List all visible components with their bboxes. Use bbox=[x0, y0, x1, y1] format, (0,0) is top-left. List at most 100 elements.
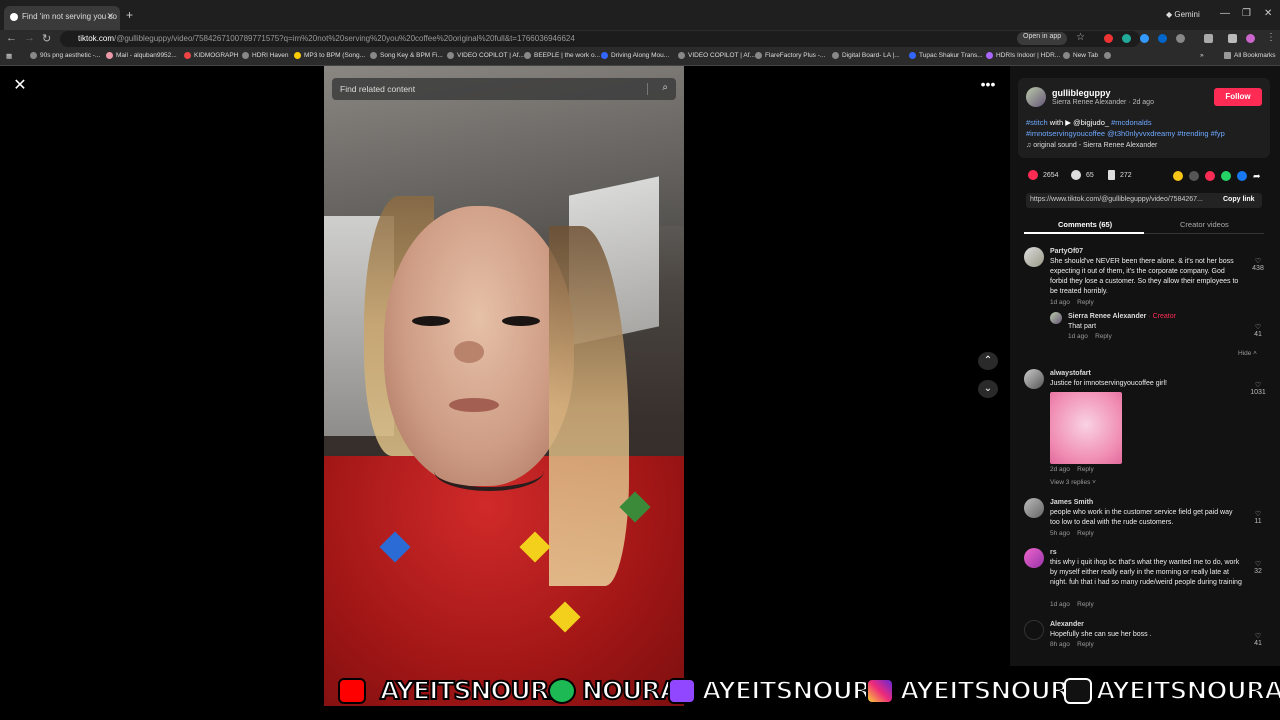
comment-like[interactable]: ♡ 438 bbox=[1248, 257, 1268, 272]
reply-link[interactable]: Reply bbox=[1077, 641, 1094, 648]
bookmark-item[interactable]: FlareFactory Plus -... bbox=[755, 52, 825, 59]
close-window-icon[interactable]: ✕ bbox=[1264, 8, 1272, 19]
url-input[interactable]: tiktok.com/@gullibleguppy/video/75842671… bbox=[60, 31, 1140, 47]
hashtag-link[interactable]: #mcdonalds bbox=[1111, 118, 1151, 127]
browser-tab-bar: Find 'im not serving you co ✕ + ◆ Gemini… bbox=[0, 0, 1280, 30]
bookmark-item[interactable]: Tupac Shakur Trans... bbox=[909, 52, 983, 59]
avatar[interactable] bbox=[1024, 548, 1044, 568]
comment-count[interactable]: 65 bbox=[1071, 170, 1094, 180]
whatsapp-icon[interactable] bbox=[1221, 171, 1231, 181]
forward-icon[interactable]: → bbox=[24, 32, 35, 44]
avatar[interactable] bbox=[1026, 87, 1046, 107]
embed-icon[interactable] bbox=[1189, 171, 1199, 181]
comment-like[interactable]: ♡ 1031 bbox=[1248, 381, 1268, 396]
open-in-app-button[interactable]: Open in app bbox=[1017, 32, 1068, 45]
menu-kebab-icon[interactable]: ⋮ bbox=[1266, 32, 1276, 43]
comment-image[interactable] bbox=[1050, 392, 1122, 464]
bookmark-item[interactable]: New Tab bbox=[1063, 52, 1098, 59]
avatar[interactable] bbox=[1024, 620, 1044, 640]
reply-link[interactable]: Reply bbox=[1077, 601, 1094, 608]
maximize-icon[interactable]: ❐ bbox=[1242, 8, 1251, 19]
username[interactable]: gullibleguppy bbox=[1052, 88, 1111, 98]
bookmarks-overflow-icon[interactable]: » bbox=[1200, 52, 1204, 59]
comment-author[interactable]: Sierra Renee Alexander · Creator bbox=[1068, 312, 1176, 322]
sidepanel-icon[interactable] bbox=[1204, 34, 1213, 43]
bookmark-item[interactable]: MP3 to BPM (Song... bbox=[294, 52, 365, 59]
hashtag-link[interactable]: #imnotservingyoucoffee @t3h0nlyvvxdreamy… bbox=[1026, 129, 1225, 138]
extension-icon[interactable] bbox=[1104, 34, 1113, 43]
new-tab-icon[interactable]: + bbox=[126, 8, 133, 22]
share-arrow-icon[interactable]: ➦ bbox=[1253, 171, 1263, 181]
comment-author[interactable]: alwaystofart bbox=[1050, 369, 1091, 379]
bookmark-item[interactable]: HDRI Haven bbox=[242, 52, 288, 59]
copy-link-button[interactable]: Copy link bbox=[1223, 196, 1255, 203]
reply-link[interactable]: Reply bbox=[1077, 299, 1094, 306]
tab-comments[interactable]: Comments (65) bbox=[1058, 220, 1112, 229]
hide-replies-button[interactable]: Hide ˄ bbox=[1238, 350, 1257, 357]
close-tab-icon[interactable]: ✕ bbox=[106, 11, 114, 22]
search-placeholder: Find related content bbox=[340, 84, 416, 94]
extensions-puzzle-icon[interactable] bbox=[1176, 34, 1185, 43]
extension-icon[interactable] bbox=[1140, 34, 1149, 43]
bookmark-item[interactable]: Song Key & BPM Fi... bbox=[370, 52, 443, 59]
apps-grid-icon[interactable]: ▦ bbox=[6, 52, 12, 60]
profile-avatar[interactable] bbox=[1246, 34, 1255, 43]
more-options-icon[interactable]: ••• bbox=[978, 77, 998, 96]
sound-link[interactable]: ♫ original sound - Sierra Renee Alexande… bbox=[1026, 142, 1157, 149]
comment-like[interactable]: ♡ 41 bbox=[1248, 632, 1268, 647]
extension-icon[interactable] bbox=[1122, 34, 1131, 43]
send-icon[interactable] bbox=[1205, 171, 1215, 181]
follow-button[interactable]: Follow bbox=[1214, 88, 1262, 106]
bookmark-item[interactable]: Driving Along Mou... bbox=[601, 52, 669, 59]
comment-text: people who work in the customer service … bbox=[1050, 509, 1233, 526]
comment-like[interactable]: ♡ 32 bbox=[1248, 560, 1268, 575]
next-video-icon[interactable]: ⌄ bbox=[978, 380, 998, 398]
search-icon[interactable]: ⌕ bbox=[662, 82, 668, 93]
share-friends-icon[interactable] bbox=[1173, 171, 1183, 181]
save-count[interactable]: 272 bbox=[1108, 170, 1132, 180]
reply-link[interactable]: Reply bbox=[1077, 466, 1094, 473]
tab-creator-videos[interactable]: Creator videos bbox=[1180, 220, 1229, 229]
social-banner: AYEITSNOURA NOURA AYEITSNOURA AYEITSNOUR… bbox=[334, 674, 1280, 708]
bookmark-item[interactable]: KIDMOGRAPH bbox=[184, 52, 238, 59]
comment-author[interactable]: James Smith bbox=[1050, 498, 1093, 508]
mention-link[interactable]: ▶ @bigjudo_ bbox=[1065, 118, 1109, 127]
avatar[interactable] bbox=[1050, 312, 1062, 324]
gemini-button[interactable]: ◆ Gemini bbox=[1166, 10, 1200, 19]
minimize-icon[interactable]: — bbox=[1220, 8, 1230, 19]
reply-link[interactable]: Reply bbox=[1077, 530, 1094, 537]
previous-video-icon[interactable]: ⌃ bbox=[978, 352, 998, 370]
spotify-handle: NOURA bbox=[581, 675, 680, 706]
browser-tab[interactable]: Find 'im not serving you co ✕ bbox=[4, 6, 120, 30]
bookmark-item[interactable] bbox=[1104, 52, 1114, 59]
video-player[interactable] bbox=[324, 66, 684, 706]
bookmark-star-icon[interactable]: ☆ bbox=[1076, 32, 1085, 43]
close-icon[interactable]: ✕ bbox=[12, 78, 28, 94]
avatar[interactable] bbox=[1024, 498, 1044, 518]
reply-link[interactable]: Reply bbox=[1095, 333, 1112, 340]
download-icon[interactable] bbox=[1228, 34, 1237, 43]
avatar[interactable] bbox=[1024, 247, 1044, 267]
bookmark-item[interactable]: 90s png aesthetic -... bbox=[30, 52, 100, 59]
extension-icon[interactable] bbox=[1158, 34, 1167, 43]
all-bookmarks[interactable]: All Bookmarks bbox=[1224, 52, 1276, 59]
view-replies-button[interactable]: View 3 replies ˅ bbox=[1050, 479, 1096, 486]
bookmark-item[interactable]: BEEPLE | the work o... bbox=[524, 52, 600, 59]
comment-author[interactable]: Alexander bbox=[1050, 620, 1084, 630]
hashtag-link[interactable]: #stitch bbox=[1026, 118, 1048, 127]
comment-like[interactable]: ♡ 41 bbox=[1248, 323, 1268, 338]
comment-like[interactable]: ♡ 11 bbox=[1248, 510, 1268, 525]
bookmark-item[interactable]: Mail - alquban9952... bbox=[106, 52, 177, 59]
bookmark-item[interactable]: VIDEO COPILOT | Af... bbox=[678, 52, 755, 59]
related-search-input[interactable]: Find related content ⌕ bbox=[332, 78, 676, 100]
comment-author[interactable]: rs bbox=[1050, 548, 1057, 558]
avatar[interactable] bbox=[1024, 369, 1044, 389]
bookmark-item[interactable]: HDRIs Indoor | HDR... bbox=[986, 52, 1060, 59]
back-icon[interactable]: ← bbox=[6, 32, 17, 44]
like-count[interactable]: 2654 bbox=[1028, 170, 1059, 180]
facebook-icon[interactable] bbox=[1237, 171, 1247, 181]
reload-icon[interactable]: ↻ bbox=[42, 32, 51, 45]
comment-author[interactable]: PartyOf07 bbox=[1050, 247, 1083, 257]
bookmark-item[interactable]: Digital Board- LA |... bbox=[832, 52, 900, 59]
bookmark-item[interactable]: VIDEO COPILOT | Af... bbox=[447, 52, 524, 59]
